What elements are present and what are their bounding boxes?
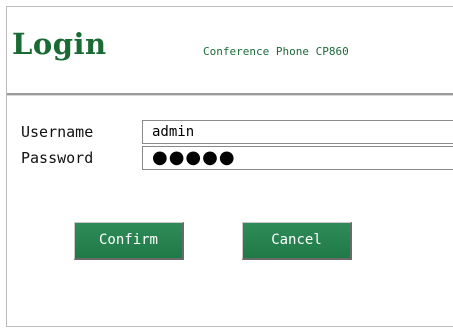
login-panel: Login Conference Phone CP860 Username Pa… [6,6,453,327]
username-row: Username [7,119,453,145]
password-label: Password [21,149,94,167]
header-divider [7,93,453,96]
password-row: Password ●●●●● [7,145,453,171]
device-model-label: Conference Phone CP860 [203,45,349,58]
login-header: Login Conference Phone CP860 [7,7,453,91]
page-title: Login [12,27,107,61]
cancel-button[interactable]: Cancel [242,222,352,260]
confirm-button[interactable]: Confirm [74,222,184,260]
password-input[interactable] [142,146,453,170]
username-label: Username [21,123,94,141]
username-input[interactable] [142,120,453,144]
